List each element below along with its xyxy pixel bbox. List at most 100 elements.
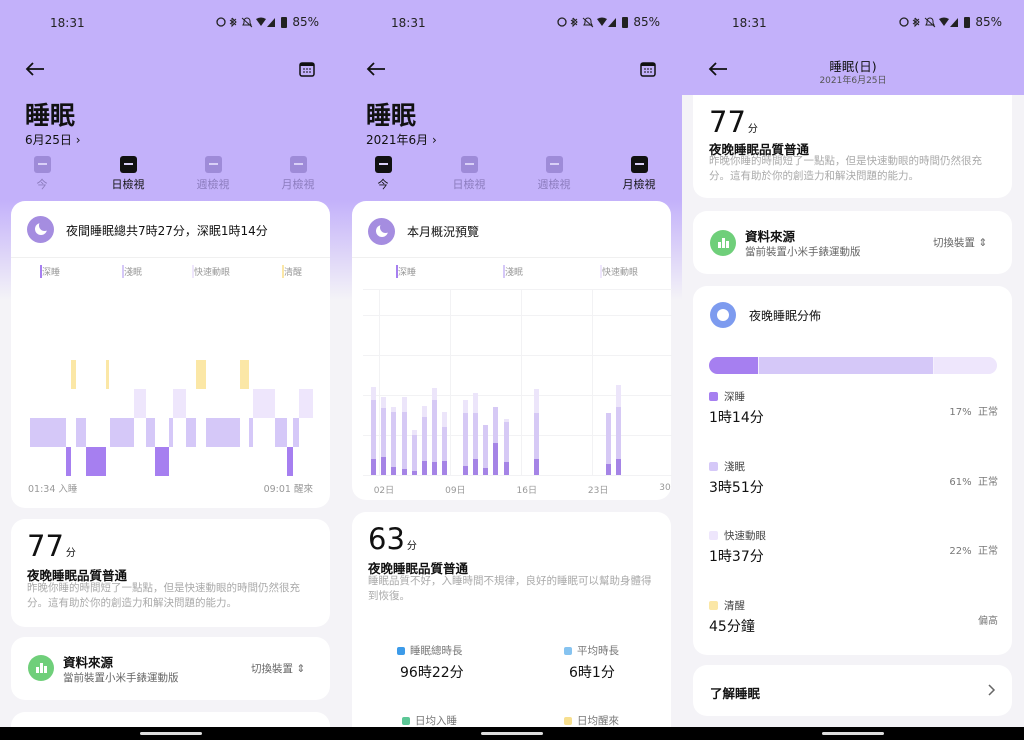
stage-duration: 45分鐘 (709, 618, 755, 635)
gridline (450, 289, 451, 476)
gridline (363, 315, 672, 316)
data-source-icon (28, 655, 54, 681)
bar-light (503, 422, 509, 462)
x-tick-label: 23日 (587, 486, 609, 496)
back-arrow-icon[interactable] (25, 61, 45, 77)
bar-light (493, 407, 499, 443)
source-subtitle: 當前裝置小米手錶運動版 (745, 246, 861, 258)
tab-label: 今 (36, 178, 48, 191)
gridline (363, 355, 672, 356)
status-indicator-icons (557, 17, 617, 28)
stage-stat: 22% 正常 (949, 542, 998, 557)
sleep-segment-awake (240, 360, 250, 389)
calendar-icon[interactable] (299, 61, 315, 77)
stat-label: 平均時長 (577, 645, 619, 657)
stat-value: 6時1分 (569, 665, 615, 681)
date-selector[interactable]: 6月25日 › (25, 131, 81, 148)
home-indicator[interactable] (139, 732, 202, 735)
legend-light: 淺眠 (503, 265, 523, 278)
battery-level: 85% (292, 15, 319, 29)
gridline (521, 289, 522, 476)
tab-today[interactable]: 今 (353, 156, 413, 192)
data-source-card[interactable]: 資料來源 當前裝置小米手錶運動版 切換裝置 ⇕ (11, 637, 330, 700)
stage-swatch (709, 392, 718, 401)
learn-sleep-link[interactable]: 了解睡眠 (693, 665, 1012, 716)
bar-deep (422, 461, 427, 475)
switch-device-button[interactable]: 切換裝置 ⇕ (251, 661, 305, 676)
switch-label: 切換裝置 (933, 237, 975, 249)
bar-rem (473, 393, 478, 413)
tab-label: 月檢視 (281, 178, 315, 191)
battery-level: 85% (633, 15, 660, 29)
stage-label: 淺眠 (709, 459, 745, 474)
tab-label: 週檢視 (196, 178, 230, 191)
tab-week[interactable]: 週檢視 (524, 156, 584, 192)
tab-label: 今 (377, 178, 389, 191)
distribution-segment (758, 357, 934, 374)
stage-percent: 22% (949, 546, 972, 557)
bar-light (462, 413, 468, 466)
home-indicator[interactable] (480, 732, 543, 735)
page-title: 睡眠 (25, 101, 76, 130)
stat-avg-waketime: 日均醒來 (564, 713, 619, 728)
week-icon (545, 156, 563, 173)
month-selector[interactable]: 2021年6月 › (366, 131, 437, 148)
status-time: 18:31 (732, 16, 767, 30)
source-title: 資料來源 (745, 229, 796, 244)
battery-icon (964, 16, 971, 28)
bar-deep (401, 469, 407, 475)
tab-month[interactable]: 月檢視 (268, 156, 328, 192)
legend-rem: 快速動眼 (192, 265, 230, 278)
data-source-card[interactable]: 資料來源 當前裝置小米手錶運動版 切換裝置 ⇕ (693, 211, 1012, 274)
today-icon (374, 156, 392, 173)
stage-label: 清醒 (709, 598, 745, 613)
score-unit: 分 (406, 541, 417, 552)
legend-awake: 清醒 (282, 265, 302, 278)
today-icon (33, 156, 51, 173)
back-arrow-icon[interactable] (366, 61, 386, 77)
sleep-start-label: 01:34 入睡 (28, 484, 78, 495)
bar-rem (381, 397, 387, 408)
divider (11, 257, 330, 258)
bar-deep (462, 466, 468, 475)
gridline (592, 289, 593, 476)
bar-deep (534, 459, 540, 475)
stage-swatch (709, 531, 718, 540)
sleep-segment-deep (85, 447, 106, 476)
sleep-segment-light (169, 418, 174, 447)
bar-light (605, 413, 611, 464)
distribution-segment (709, 357, 758, 374)
tab-today[interactable]: 今 (12, 156, 72, 192)
status-time: 18:31 (50, 16, 85, 30)
quality-description: 昨晚你睡的時間短了一點點，但是快速動眼的時間仍然很充分。這有助於你的創造力和解決… (709, 155, 982, 182)
score-unit: 分 (65, 548, 76, 559)
stat-total-duration: 睡眠總時長 96時22分 (397, 643, 464, 682)
stage-status: 正常 (978, 407, 998, 418)
calendar-icon[interactable] (640, 61, 656, 77)
switch-device-button[interactable]: 切換裝置 ⇕ (933, 235, 987, 250)
battery-level: 85% (975, 15, 1002, 29)
bar-deep (371, 459, 376, 475)
month-icon (289, 156, 307, 173)
bar-deep (483, 468, 489, 475)
tab-day[interactable]: 日檢視 (439, 156, 499, 192)
tab-month[interactable]: 月檢視 (609, 156, 669, 192)
distribution-title: 夜晚睡眠分佈 (749, 309, 822, 323)
tab-week[interactable]: 週檢視 (183, 156, 243, 192)
status-icons: 85% (899, 15, 1002, 29)
source-title: 資料來源 (63, 655, 114, 670)
sleep-segment-light (76, 418, 86, 447)
chevron-right-icon (988, 684, 996, 696)
sleep-score-card: 77 分 夜晚睡眠品質普通 昨晚你睡的時間短了一點點，但是快速動眼的時間仍然很充分… (693, 80, 1012, 198)
tab-day[interactable]: 日檢視 (98, 156, 158, 192)
home-indicator[interactable] (822, 732, 884, 735)
data-source-icon (710, 230, 736, 256)
stage-swatch (709, 461, 718, 471)
week-icon (204, 156, 222, 173)
sleep-segment-light (275, 418, 288, 447)
stage-duration: 1時37分 (709, 549, 764, 565)
moon-icon (27, 216, 54, 243)
bar-light (371, 400, 376, 459)
bar-deep (605, 464, 611, 475)
bar-rem (371, 387, 376, 400)
